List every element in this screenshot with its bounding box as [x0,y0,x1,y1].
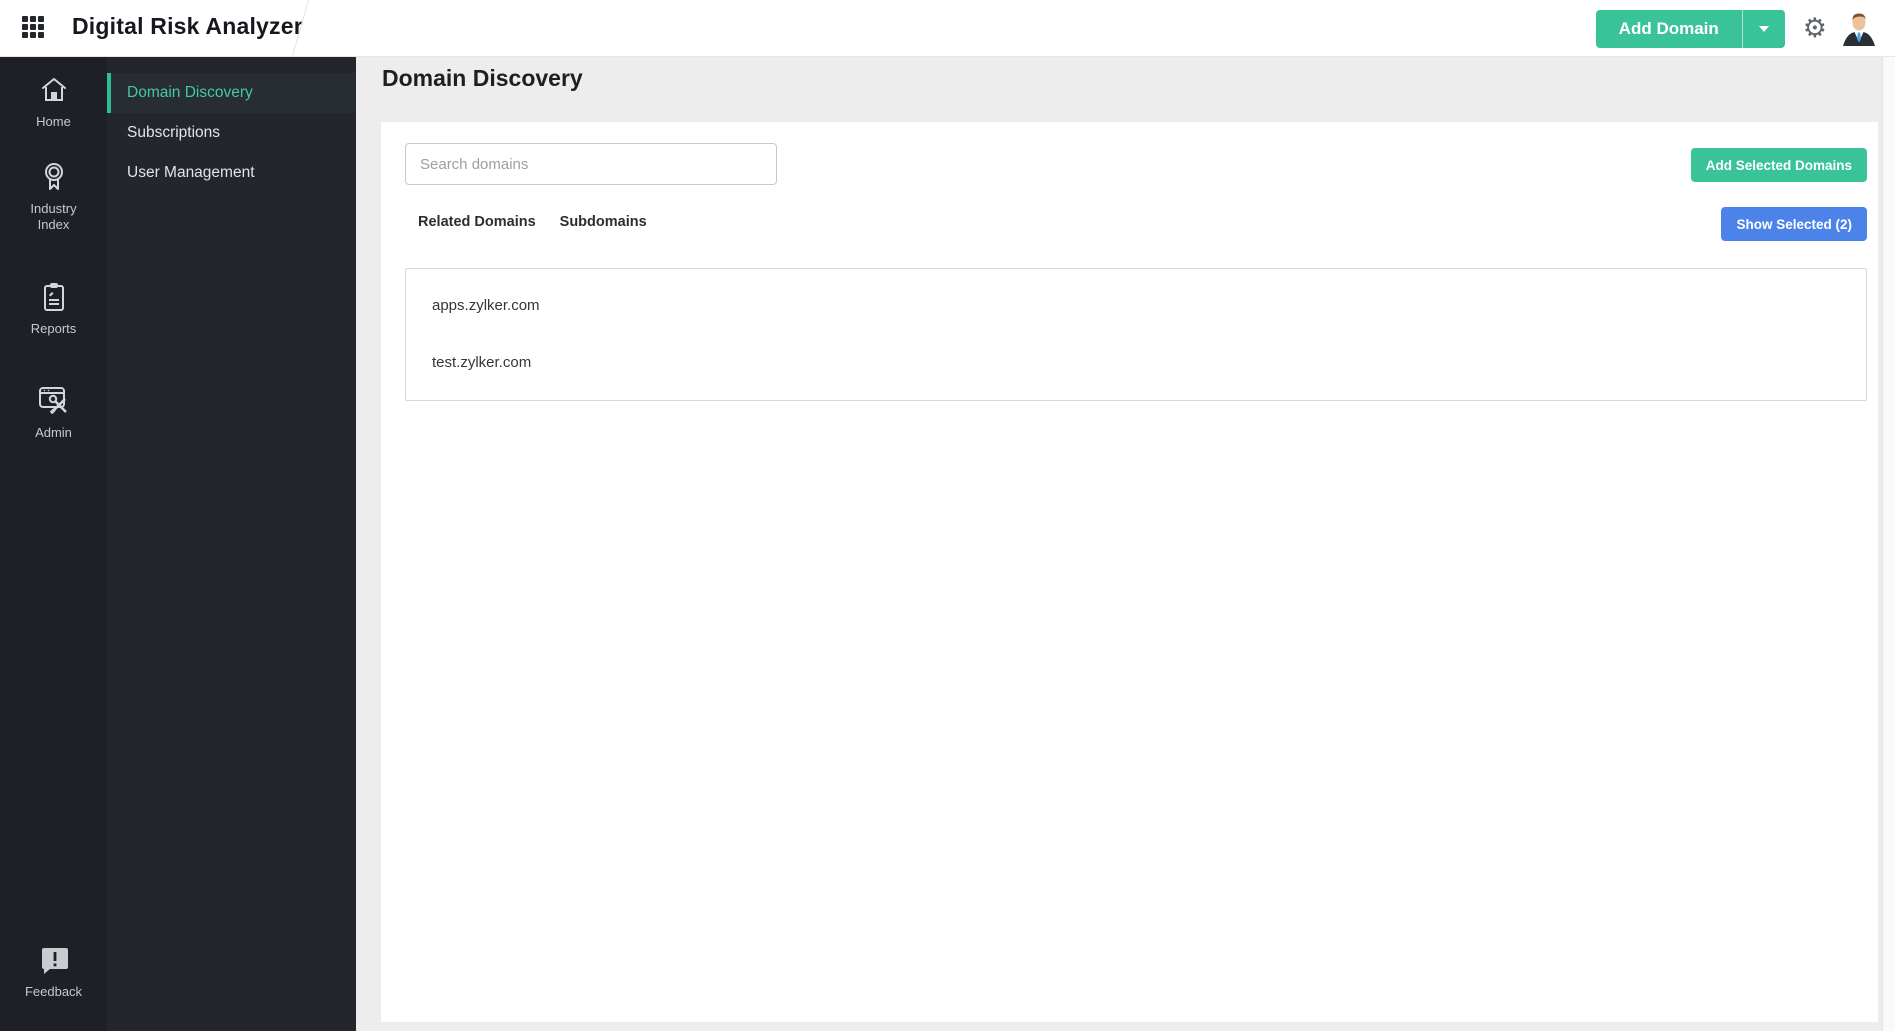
sidebar-item-label: Home [36,114,71,129]
domain-list-item[interactable]: test.zylker.com [406,334,1866,391]
settings-gear-icon[interactable]: ⚙ [1803,15,1827,42]
sidebar-item-reports[interactable]: Reports [0,277,107,337]
sidebar-item-label: Admin [35,425,72,440]
tab-bar: Related Domains Subdomains [418,210,647,234]
page-title: Domain Discovery [382,65,583,91]
tab-subdomains[interactable]: Subdomains [560,210,647,234]
chevron-down-icon [1758,25,1769,32]
sidebar-item-feedback[interactable]: Feedback [0,940,107,1000]
tab-related-domains[interactable]: Related Domains [418,210,536,234]
nav-item-user-management[interactable]: User Management [107,153,356,193]
sidebar-item-label: Industry Index [30,201,77,232]
content-panel: Add Selected Domains Related Domains Sub… [381,122,1878,1022]
sidebar-item-label: Reports [30,321,77,336]
header-actions: Add Domain ⚙ [1595,0,1877,57]
domain-list: apps.zylker.com test.zylker.com [405,268,1867,401]
sidebar-item-home[interactable]: Home [0,70,107,130]
report-clipboard-icon [38,277,70,317]
nav-item-subscriptions[interactable]: Subscriptions [107,113,356,153]
user-avatar[interactable] [1841,11,1877,47]
add-domain-button[interactable]: Add Domain [1595,9,1742,48]
main-content: Domain Discovery Add Selected Domains Re… [356,57,1895,1031]
feedback-icon [37,940,71,980]
sidebar-item-industry-index[interactable]: Industry Index [0,157,107,233]
admin-tools-icon [36,381,72,421]
nav-item-label: Subscriptions [127,124,221,141]
domain-name: apps.zylker.com [432,297,540,314]
domain-name: test.zylker.com [432,354,532,371]
app-grid-icon[interactable] [22,16,46,40]
sidebar-item-admin[interactable]: Admin [0,381,107,441]
nav-item-label: Domain Discovery [127,84,253,101]
primary-sidebar: Home Industry Index Reports Admin Feedba… [0,57,107,1031]
medal-icon [38,157,70,197]
app-root: Digital Risk Analyzer Add Domain ⚙ Home … [0,0,1895,1031]
nav-item-domain-discovery[interactable]: Domain Discovery [107,73,356,113]
vertical-scrollbar[interactable] [1882,57,1895,1031]
search-input[interactable] [405,143,777,185]
add-selected-domains-button[interactable]: Add Selected Domains [1690,148,1867,182]
home-icon [38,70,70,110]
domain-list-item[interactable]: apps.zylker.com [406,277,1866,334]
secondary-sidebar: Domain Discovery Subscriptions User Mana… [107,57,356,1031]
add-domain-dropdown-button[interactable] [1741,9,1785,48]
show-selected-button[interactable]: Show Selected (2) [1721,207,1867,241]
top-header: Digital Risk Analyzer Add Domain ⚙ [0,0,1895,57]
app-title: Digital Risk Analyzer [72,13,303,39]
sidebar-item-label: Feedback [24,984,83,999]
nav-item-label: User Management [127,164,255,181]
add-domain-split-button: Add Domain [1595,9,1785,48]
